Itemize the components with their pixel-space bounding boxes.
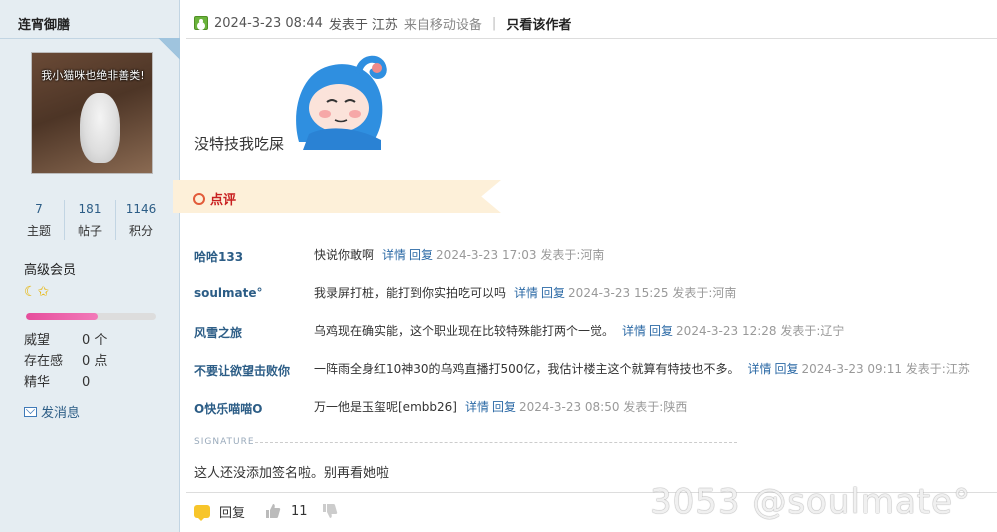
comment-time: 2024-3-23 08:50 发表于:陕西	[518, 400, 688, 414]
comment-body: 快说你敢啊 详情 回复 2024-3-23 17:03 发表于:河南	[314, 244, 604, 263]
stat-label: 积分	[128, 224, 153, 238]
property-key: 精华	[24, 375, 51, 390]
comment-reply-link[interactable]: 回复	[409, 248, 433, 262]
send-message-link[interactable]: 发消息	[24, 402, 80, 421]
property-value: 0	[82, 375, 91, 390]
comment-author[interactable]: 不要让欲望击败你	[194, 358, 314, 379]
author-properties: 威望 0 个 存在感 0 点 精华 0	[24, 330, 107, 393]
signature-text: 这人还没添加签名啦。别再看她啦	[194, 466, 390, 481]
comment-detail-link[interactable]: 详情	[622, 324, 646, 338]
comment-time: 2024-3-23 12:28 发表于:辽宁	[676, 324, 845, 338]
property-value: 0 点	[82, 354, 108, 369]
comment-body: 乌鸡现在确实能，这个职业现在比较特殊能打两个一觉。 详情 回复 2024-3-23 1…	[314, 320, 844, 339]
author-stats: 7 主题 181 帖子 1146 积分	[14, 200, 166, 240]
author-name[interactable]: 连宵御膳	[18, 14, 70, 33]
reply-bubble-icon[interactable]	[194, 504, 210, 521]
corner-flag-icon	[158, 38, 180, 60]
thumbs-down-icon[interactable]	[322, 503, 338, 519]
property-value: 0 个	[82, 333, 108, 348]
property-key: 存在感	[24, 354, 64, 369]
comment-author[interactable]: 哈哈133	[194, 244, 314, 265]
comment-author[interactable]: O快乐喵喵O	[194, 396, 314, 417]
signature-label: SIGNATURE	[194, 437, 255, 447]
comment-body: 我录屏打桩，能打到你实拍吃可以吗 详情 回复 2024-3-23 15:25 发表于:…	[314, 282, 736, 301]
comment-time: 2024-3-23 17:03 发表于:河南	[436, 248, 605, 262]
comment-title-label: 点评	[210, 193, 237, 208]
comment-reply-link[interactable]: 回复	[541, 286, 565, 300]
post-source: 来自移动设备	[403, 17, 482, 33]
comment-body: 万一他是玉玺呢[embb26] 详情 回复 2024-3-23 08:50 发表于:陕…	[314, 396, 687, 415]
comment-item: soulmate° 我录屏打桩，能打到你实拍吃可以吗 详情 回复 2024-3-23 …	[194, 282, 994, 320]
comment-time: 2024-3-23 09:11 发表于:江苏	[801, 362, 970, 376]
comment-text: 我录屏打桩，能打到你实拍吃可以吗	[314, 286, 507, 300]
author-panel: 连宵御膳 我小猫咪也绝非善类! 7 主题 181 帖子 1146 积分 高级会员…	[0, 0, 180, 532]
stat-value: 7	[35, 202, 43, 216]
stat-value: 1146	[125, 202, 157, 216]
member-level[interactable]: 高级会员	[24, 259, 76, 278]
comment-section-title: 点评	[193, 189, 236, 208]
stat-label: 帖子	[77, 224, 102, 238]
online-status-icon	[194, 16, 208, 30]
post-content: 没特技我吃屎	[194, 135, 285, 153]
stat-value: 181	[78, 202, 102, 216]
property-key: 威望	[24, 333, 51, 348]
comment-body: 一阵雨全身红10神30的乌鸡直播打500亿，我估计楼主这个就算有特技也不多。 详情…	[314, 358, 970, 377]
divider	[186, 38, 997, 39]
blue-hood-sticker-image	[296, 55, 387, 150]
comment-author[interactable]: 风雪之旅	[194, 320, 314, 341]
post-datetime: 2024-3-23 08:44	[214, 15, 323, 31]
comment-text: 快说你敢啊	[314, 248, 375, 262]
comment-author[interactable]: soulmate°	[194, 282, 314, 300]
comment-text: 乌鸡现在确实能，这个职业现在比较特殊能打两个一觉。	[314, 324, 615, 338]
stat-posts[interactable]: 181 帖子	[65, 200, 116, 240]
cat-image	[80, 93, 120, 163]
level-moon-star-icon: ☾✩	[24, 284, 51, 300]
comment-detail-link[interactable]: 详情	[514, 286, 538, 300]
reputation-bar	[26, 313, 156, 320]
reply-button[interactable]: 回复	[219, 502, 245, 521]
comment-time: 2024-3-23 15:25 发表于:河南	[568, 286, 737, 300]
mail-icon	[24, 406, 37, 417]
divider: |	[491, 15, 497, 31]
like-count: 11	[291, 503, 308, 519]
post-location: 江苏	[371, 17, 398, 33]
only-author-link[interactable]: 只看该作者	[506, 14, 571, 33]
property-row: 威望 0 个	[24, 330, 107, 351]
comment-item: 不要让欲望击败你 一阵雨全身红10神30的乌鸡直播打500亿，我估计楼主这个就算…	[194, 358, 994, 396]
comment-item: 哈哈133 快说你敢啊 详情 回复 2024-3-23 17:03 发表于:河南	[194, 244, 994, 282]
comment-detail-link[interactable]: 详情	[382, 248, 406, 262]
comment-detail-link[interactable]: 详情	[465, 400, 489, 414]
stat-points[interactable]: 1146 积分	[116, 200, 166, 240]
post-footer: 回复 11	[194, 500, 338, 522]
comment-detail-link[interactable]: 详情	[747, 362, 771, 376]
watermark: 3053 @soulmate°	[650, 482, 972, 522]
signature-divider	[255, 442, 737, 443]
comment-list: 哈哈133 快说你敢啊 详情 回复 2024-3-23 17:03 发表于:河南 so…	[194, 244, 994, 434]
thumbs-up-icon[interactable]	[265, 503, 281, 519]
comment-reply-link[interactable]: 回复	[649, 324, 673, 338]
comment-reply-link[interactable]: 回复	[492, 400, 516, 414]
post-header: 2024-3-23 08:44 发表于 江苏 来自移动设备 | 只看该作者	[194, 14, 571, 33]
comment-text: 万一他是玉玺呢[embb26]	[314, 400, 457, 414]
avatar[interactable]: 我小猫咪也绝非善类!	[31, 52, 153, 174]
divider	[0, 38, 180, 39]
reputation-fill	[26, 313, 98, 320]
post-panel: 2024-3-23 08:44 发表于 江苏 来自移动设备 | 只看该作者 没特…	[173, 0, 997, 532]
comment-item: 风雪之旅 乌鸡现在确实能，这个职业现在比较特殊能打两个一觉。 详情 回复 2024-3…	[194, 320, 994, 358]
property-row: 精华 0	[24, 372, 107, 393]
comment-reply-link[interactable]: 回复	[774, 362, 798, 376]
stat-topics[interactable]: 7 主题	[14, 200, 65, 240]
comment-item: O快乐喵喵O 万一他是玉玺呢[embb26] 详情 回复 2024-3-23 08:5…	[194, 396, 994, 434]
posted-in-label: 发表于	[328, 17, 368, 33]
stat-label: 主题	[26, 224, 51, 238]
comment-text: 一阵雨全身红10神30的乌鸡直播打500亿，我估计楼主这个就算有特技也不多。	[314, 362, 740, 376]
avatar-caption: 我小猫咪也绝非善类!	[41, 69, 145, 82]
send-message-label: 发消息	[41, 406, 81, 421]
property-row: 存在感 0 点	[24, 351, 107, 372]
ring-icon	[193, 192, 205, 205]
